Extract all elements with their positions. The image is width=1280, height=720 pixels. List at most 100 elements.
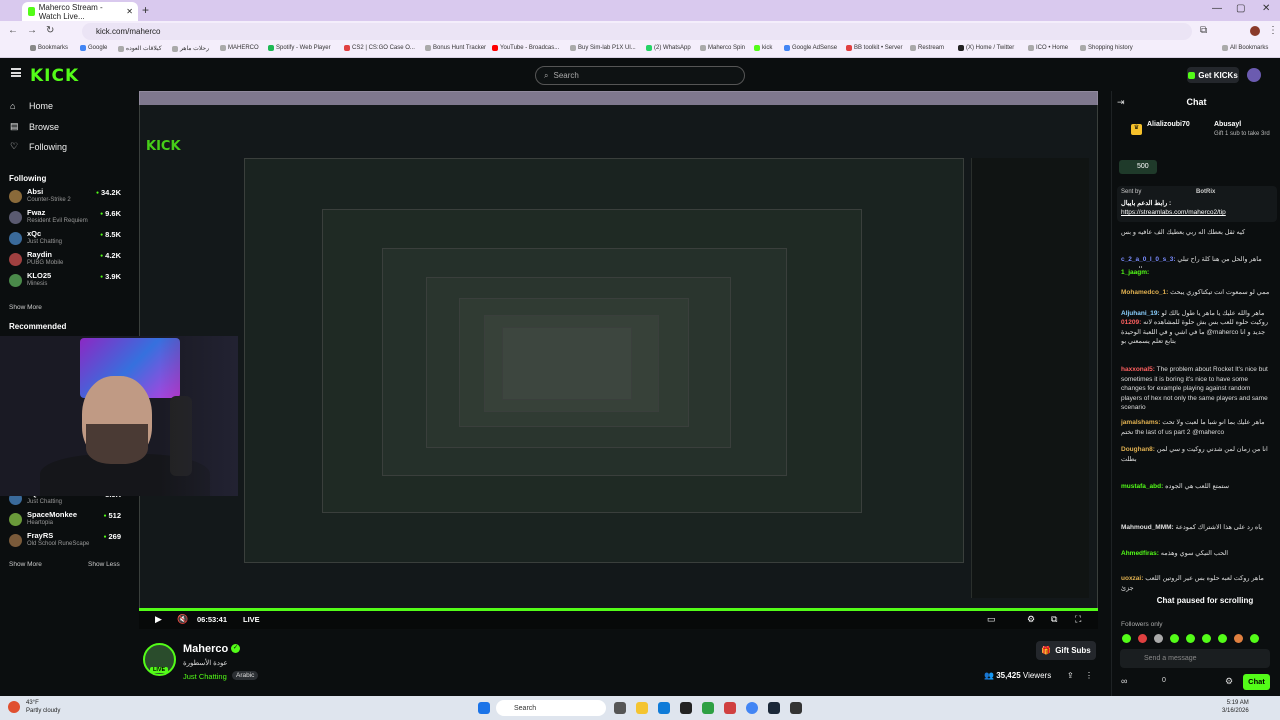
app-icon[interactable] — [790, 702, 802, 714]
app-icon[interactable] — [724, 702, 736, 714]
chrome-icon[interactable] — [746, 702, 758, 714]
chat-username[interactable]: Aljuhani_19: — [1121, 310, 1160, 317]
rec-show-more-button[interactable]: Show More — [9, 561, 42, 568]
bookmark-item[interactable]: BB toolkit • Server — [846, 45, 902, 51]
language-tag[interactable]: Arabic — [232, 671, 259, 680]
bookmark-item[interactable]: رحلات ماهر — [172, 45, 209, 52]
chat-message-input[interactable]: Send a message — [1120, 649, 1270, 668]
tip-link[interactable]: https://streamlabs.com/maherco2/tip — [1121, 209, 1226, 216]
extensions-icon[interactable]: ⧉ — [1200, 25, 1207, 36]
sidebar-item-browse[interactable]: ▤ Browse — [10, 121, 59, 132]
bookmark-item[interactable]: کیلاقات العوده — [118, 45, 162, 52]
bookmark-item[interactable]: Restream — [910, 45, 944, 51]
theater-mode-icon[interactable]: ▭ — [987, 614, 996, 625]
app-icon[interactable] — [702, 702, 714, 714]
sidebar-channel-klo25[interactable]: KLO25Minesis 3.9K — [9, 271, 121, 291]
bookmark-item[interactable]: Spotify - Web Player — [268, 45, 331, 51]
gift-subs-button[interactable]: 🎁 Gift Subs — [1036, 641, 1096, 660]
sidebar-item-following[interactable]: ♡ Following — [10, 141, 67, 152]
chat-username[interactable]: Mahmoud_MMM: — [1121, 524, 1174, 531]
share-icon[interactable]: ⇪ — [1067, 671, 1074, 680]
emote-icon[interactable] — [1250, 634, 1259, 643]
chat-username[interactable]: Mohamedco_1: — [1121, 289, 1168, 296]
close-tab-icon[interactable]: ✕ — [126, 7, 133, 16]
bookmark-item[interactable]: All Bookmarks — [1222, 45, 1268, 51]
sidebar-channel-spacemonkee[interactable]: SpaceMonkeeHeartopia 512 — [9, 510, 121, 530]
sidebar-channel-raydin[interactable]: RaydinPUBG Mobile 4.2K — [9, 250, 121, 270]
chat-username[interactable]: jamalshams: — [1121, 419, 1160, 426]
sidebar-channel-xqc[interactable]: xQcJust Chatting 8.5K — [9, 229, 121, 249]
bookmark-item[interactable]: Shopping history — [1080, 45, 1133, 51]
streamer-name[interactable]: Maherco — [183, 643, 228, 655]
emote-icon[interactable] — [1170, 634, 1179, 643]
bookmark-item[interactable]: Bonus Hunt Tracker — [425, 45, 486, 51]
edge-icon[interactable] — [658, 702, 670, 714]
forward-icon[interactable]: → — [27, 25, 37, 36]
bookmark-item[interactable]: MAHERCO — [220, 45, 259, 51]
weather-widget[interactable]: 43°F Partly cloudy — [26, 699, 60, 715]
user-avatar[interactable] — [1247, 68, 1261, 82]
menu-icon[interactable]: ⋮ — [1268, 25, 1278, 36]
video-player[interactable]: KICK — [139, 91, 1098, 629]
rec-show-less-button[interactable]: Show Less — [88, 561, 120, 568]
play-icon[interactable]: ▶ — [155, 614, 162, 625]
bookmark-item[interactable]: Bookmarks — [30, 45, 68, 51]
profile-avatar[interactable] — [1250, 26, 1260, 36]
chat-username[interactable]: haxxonal5: — [1121, 366, 1155, 373]
steam-icon[interactable] — [768, 702, 780, 714]
emote-icon[interactable] — [1154, 634, 1163, 643]
emote-icon[interactable] — [1186, 634, 1195, 643]
bookmark-item[interactable]: CS2 | CS:GO Case O... — [344, 45, 415, 51]
chat-username[interactable]: Doughan8: — [1121, 446, 1155, 453]
bookmark-item[interactable]: Maherco Spin — [700, 45, 745, 51]
chat-username[interactable]: uoxzai: — [1121, 575, 1143, 582]
app-icon[interactable] — [680, 702, 692, 714]
settings-icon[interactable]: ⚙ — [1027, 614, 1035, 625]
search-input[interactable]: ⌕ Search — [535, 66, 745, 85]
bookmark-item[interactable]: kick — [754, 45, 772, 51]
mute-icon[interactable]: 🔇 — [177, 614, 188, 625]
taskbar-search[interactable]: Search — [496, 700, 606, 716]
bookmark-item[interactable]: ICO • Home — [1028, 45, 1068, 51]
bookmark-item[interactable]: Buy Sim-lab P1X Ul... — [570, 45, 636, 51]
sidebar-item-home[interactable]: ⌂ Home — [10, 101, 53, 111]
chat-send-button[interactable]: Chat — [1243, 674, 1270, 690]
kick-logo[interactable]: KICK — [30, 66, 79, 86]
emote-icon[interactable] — [1218, 634, 1227, 643]
url-field[interactable]: kick.com/maherco — [82, 23, 1192, 40]
pip-icon[interactable]: ⧉ — [1051, 614, 1057, 625]
bookmark-item[interactable]: Google AdSense — [784, 45, 837, 51]
bookmark-item[interactable]: (X) Home / Twitter — [958, 45, 1014, 51]
stream-category[interactable]: Just Chatting — [183, 672, 227, 681]
emote-icon[interactable] — [1138, 634, 1147, 643]
maximize-icon[interactable]: ▢ — [1236, 3, 1245, 14]
task-view-icon[interactable] — [614, 702, 626, 714]
hamburger-menu-icon[interactable] — [11, 68, 21, 77]
weather-icon[interactable] — [8, 701, 20, 713]
new-tab-button[interactable]: + — [142, 3, 149, 17]
kicks-badge[interactable]: 500 — [1119, 160, 1157, 174]
sidebar-channel-absi[interactable]: AbsiCounter-Strike 2 34.2K — [9, 187, 121, 207]
get-kicks-button[interactable]: Get KICKs — [1187, 67, 1239, 83]
close-window-icon[interactable]: ✕ — [1262, 3, 1270, 14]
emote-icon[interactable] — [1234, 634, 1243, 643]
bookmark-item[interactable]: Google — [80, 45, 107, 51]
fullscreen-icon[interactable]: ⛶ — [1075, 614, 1081, 625]
sidebar-channel-fwaz[interactable]: FwazResident Evil Requiem 9.6K — [9, 208, 121, 228]
sidebar-channel-frayrs[interactable]: FrayRSOld School RuneScape 269 — [9, 531, 121, 551]
kicks-toggle-icon[interactable]: ∞ — [1121, 676, 1127, 686]
emote-icon[interactable] — [1122, 634, 1131, 643]
bookmark-item[interactable]: (2) WhatsApp — [646, 45, 691, 51]
file-explorer-icon[interactable] — [636, 702, 648, 714]
browser-tab[interactable]: Maherco Stream - Watch Live... ✕ — [22, 2, 138, 21]
chat-username[interactable]: 1_jaagm: — [1121, 269, 1149, 276]
chat-username[interactable]: mustafa_abd: — [1121, 483, 1163, 490]
reload-icon[interactable]: ↻ — [46, 25, 54, 36]
chat-settings-icon[interactable]: ⚙ — [1225, 676, 1233, 687]
show-more-button[interactable]: Show More — [9, 304, 42, 311]
back-icon[interactable]: ← — [8, 25, 18, 36]
chat-username[interactable]: c_2_a_0_l_0_s_3: — [1121, 256, 1176, 263]
chat-username[interactable]: 01209: — [1121, 319, 1141, 326]
chat-paused-banner[interactable]: Chat paused for scrolling — [1135, 596, 1275, 609]
chat-username[interactable]: Ahmedfiras: — [1121, 550, 1159, 557]
